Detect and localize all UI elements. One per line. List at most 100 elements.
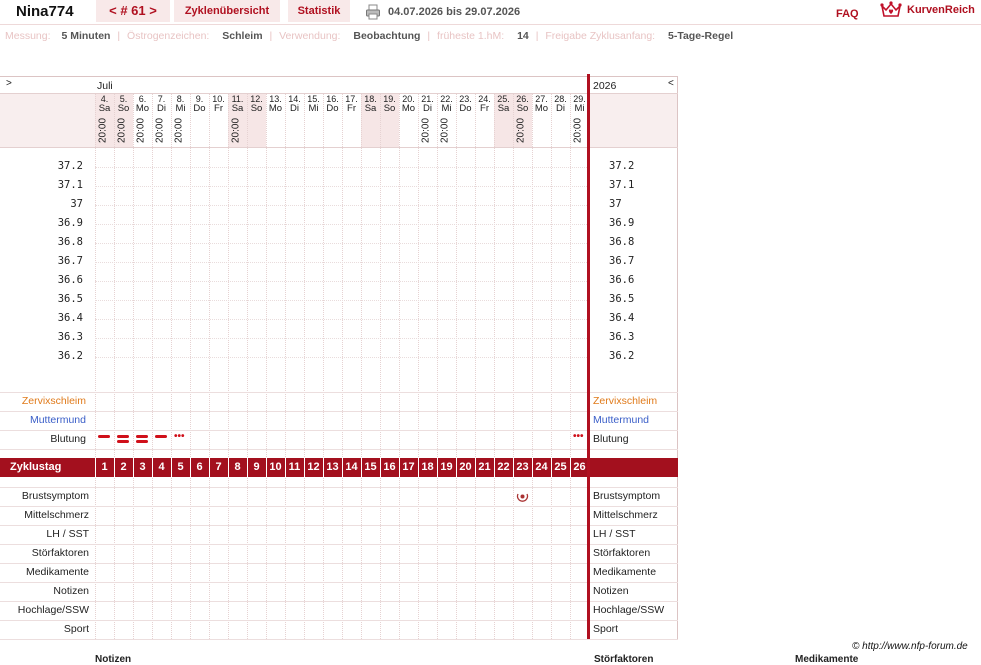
day-weekday: So (516, 103, 529, 114)
cycle-day-number[interactable]: 21 (475, 461, 494, 473)
temp-gridline (95, 300, 587, 301)
cycle-day-number[interactable]: 8 (228, 461, 247, 473)
bleeding-mark[interactable] (133, 435, 152, 445)
cycle-day-number[interactable]: 6 (190, 461, 209, 473)
cycle-day-number[interactable]: 20 (456, 461, 475, 473)
cycle-day-number[interactable]: 22 (494, 461, 513, 473)
day-header[interactable]: 8. Mi 20:00 (171, 95, 190, 147)
cycle-day-number[interactable]: 15 (361, 461, 380, 473)
day-weekday: Do (326, 103, 339, 114)
cycle-day-number[interactable]: 13 (323, 461, 342, 473)
temp-tick-left: 36.8 (57, 236, 83, 248)
day-header[interactable]: 19. So (380, 95, 399, 147)
day-header[interactable]: 11. Sa 20:00 (228, 95, 247, 147)
day-header[interactable]: 23. Do (456, 95, 475, 147)
day-weekday: Mi (175, 103, 186, 114)
cycle-day-number[interactable]: 4 (152, 461, 171, 473)
cycle-day-number[interactable]: 18 (418, 461, 437, 473)
brand-name[interactable]: KurvenReich (907, 4, 975, 16)
header-line (0, 147, 678, 148)
cycle-info-bar: Messung: 5 Minuten | Östrogenzeichen: Sc… (5, 30, 734, 42)
tab-statistik[interactable]: Statistik (288, 0, 350, 22)
day-header[interactable]: 7. Di 20:00 (152, 95, 171, 147)
cycle-day-number[interactable]: 11 (285, 461, 304, 473)
day-header[interactable]: 4. Sa 20:00 (95, 95, 114, 147)
grid-vline (323, 93, 324, 639)
temp-tick-right: 37 (609, 198, 622, 210)
cycle-day-number[interactable]: 1 (95, 461, 114, 473)
info-value-verwendung: Beobachtung (353, 30, 421, 42)
measurement-time: 20:00 (154, 117, 166, 144)
row-line (0, 601, 678, 602)
breast-symptom-icon[interactable] (516, 490, 529, 503)
cycle-day-number[interactable]: 9 (247, 461, 266, 473)
chart-next-arrow[interactable]: < (668, 78, 674, 89)
cycle-navigator[interactable]: < # 61 > (96, 0, 170, 22)
day-header[interactable]: 25. Sa (494, 95, 513, 147)
day-header[interactable]: 9. Do (190, 95, 209, 147)
cycle-day-number[interactable]: 24 (532, 461, 551, 473)
cycle-day-number[interactable]: 16 (380, 461, 399, 473)
day-weekday: Mi (441, 103, 452, 114)
month-label: Juli (97, 80, 113, 92)
temp-tick-right: 36.7 (609, 255, 635, 267)
grid-vline (285, 93, 286, 639)
grid-vline (152, 93, 153, 639)
day-header[interactable]: 24. Fr (475, 95, 494, 147)
cycle-day-number[interactable]: 19 (437, 461, 456, 473)
row-label-left: Mittelschmerz (24, 509, 89, 521)
day-header[interactable]: 5. So 20:00 (114, 95, 133, 147)
cycle-day-number[interactable]: 3 (133, 461, 152, 473)
row-label-left: Hochlage/SSW (17, 604, 89, 616)
copyright[interactable]: © http://www.nfp-forum.de (852, 641, 968, 652)
day-header[interactable]: 18. Sa (361, 95, 380, 147)
row-label-left: Sport (63, 623, 89, 635)
day-header[interactable]: 20. Mo (399, 95, 418, 147)
day-weekday: Mo (534, 103, 549, 114)
chart-prev-arrow[interactable]: > (6, 78, 12, 89)
printer-icon[interactable] (365, 4, 381, 20)
temp-tick-left: 36.2 (57, 350, 83, 362)
day-header[interactable]: 10. Fr (209, 95, 228, 147)
row-line (0, 392, 678, 393)
cycle-day-number[interactable]: 10 (266, 461, 285, 473)
day-header[interactable]: 14. Di (285, 95, 304, 147)
day-weekday: Sa (98, 103, 111, 114)
temp-gridline (95, 205, 587, 206)
day-header[interactable]: 22. Mi 20:00 (437, 95, 456, 147)
faq-link[interactable]: FAQ (836, 8, 859, 20)
grid-vline (247, 93, 248, 639)
measurement-time: 20:00 (135, 117, 147, 144)
tab-zyklenuebersicht[interactable]: Zyklenübersicht (174, 0, 280, 22)
info-value-freigabe: 5-Tage-Regel (668, 30, 734, 42)
day-header[interactable]: 15. Mi (304, 95, 323, 147)
day-header[interactable]: 28. Di (551, 95, 570, 147)
cycle-day-number[interactable]: 14 (342, 461, 361, 473)
day-header[interactable]: 21. Di 20:00 (418, 95, 437, 147)
day-header[interactable]: 16. Do (323, 95, 342, 147)
bleeding-mark[interactable] (152, 435, 171, 445)
row-label-right: Muttermund (593, 414, 650, 426)
cycle-day-number[interactable]: 23 (513, 461, 532, 473)
cycle-day-number[interactable]: 7 (209, 461, 228, 473)
bleeding-mark[interactable]: ••• (171, 432, 190, 445)
day-weekday: So (250, 103, 263, 114)
temp-tick-left: 36.7 (57, 255, 83, 267)
temp-tick-left: 36.5 (57, 293, 83, 305)
day-weekday: Sa (497, 103, 510, 114)
bleeding-mark[interactable] (95, 435, 114, 445)
day-header[interactable]: 27. Mo (532, 95, 551, 147)
cycle-day-number[interactable]: 17 (399, 461, 418, 473)
bleeding-mark[interactable] (114, 435, 133, 445)
cycle-day-number[interactable]: 2 (114, 461, 133, 473)
day-header[interactable]: 26. So 20:00 (513, 95, 532, 147)
grid-vline (437, 93, 438, 639)
cycle-day-number[interactable]: 25 (551, 461, 570, 473)
day-header[interactable]: 6. Mo 20:00 (133, 95, 152, 147)
day-header[interactable]: 12. So (247, 95, 266, 147)
cycle-day-number[interactable]: 12 (304, 461, 323, 473)
cycle-day-number[interactable]: 5 (171, 461, 190, 473)
day-header[interactable]: 13. Mo (266, 95, 285, 147)
day-header[interactable]: 17. Fr (342, 95, 361, 147)
grid-vline (228, 93, 229, 639)
